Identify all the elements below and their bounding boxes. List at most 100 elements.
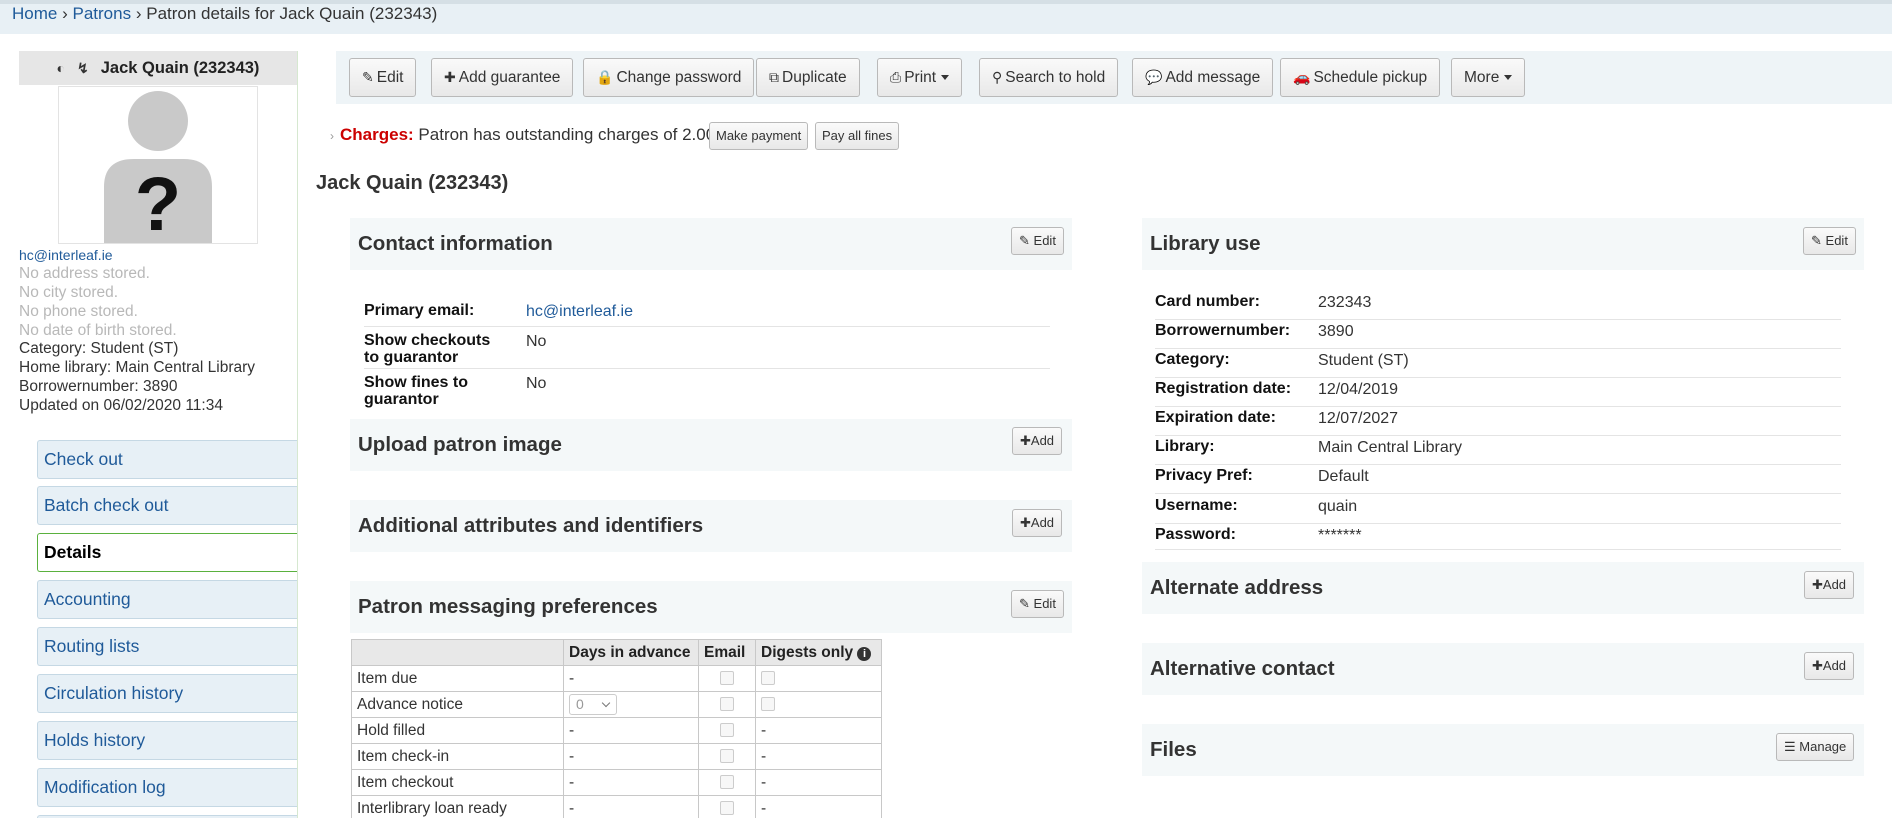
- digest-checkbox[interactable]: [761, 697, 775, 712]
- field-value: Student (ST): [1318, 352, 1409, 369]
- email-checkbox[interactable]: [720, 697, 734, 712]
- sidebar-item-circulation-history[interactable]: Circulation history: [37, 674, 297, 713]
- change-password-button[interactable]: 🔒 Change password: [583, 58, 755, 97]
- pencil-icon: ✎: [1019, 596, 1030, 611]
- field-value: 3890: [1318, 323, 1354, 340]
- sidebar-email-link[interactable]: hc@interleaf.ie: [19, 246, 113, 265]
- message-name: Item checkout: [351, 769, 564, 796]
- caret-down-icon: [1504, 75, 1513, 81]
- sidebar-item-accounting[interactable]: Accounting: [37, 580, 297, 619]
- sidebar-item-modification-log[interactable]: Modification log: [37, 768, 297, 807]
- sidebar-borrowernumber: Borrowernumber: 3890: [19, 378, 178, 395]
- primary-email-link[interactable]: hc@interleaf.ie: [526, 302, 633, 321]
- edit-label: Edit: [1033, 233, 1056, 248]
- digest-cell: [755, 691, 882, 718]
- car-icon: 🚗: [1293, 69, 1311, 85]
- days-in-advance: -: [563, 717, 699, 744]
- library-use-row: Expiration date: 12/07/2027: [1155, 409, 1841, 436]
- table-row: Hold filled - -: [351, 717, 882, 744]
- digest-value: -: [755, 717, 882, 744]
- primary-email-label: Primary email:: [364, 302, 475, 319]
- add-label: Add: [1030, 433, 1055, 448]
- email-checkbox[interactable]: [720, 749, 734, 764]
- plus-icon: ✚: [444, 69, 456, 85]
- digest-checkbox[interactable]: [761, 671, 775, 686]
- email-cell: [698, 691, 756, 718]
- add-attribute-button[interactable]: ✚Add: [1012, 509, 1063, 537]
- duplicate-button[interactable]: ⧉ Duplicate: [756, 58, 860, 97]
- breadcrumb-home[interactable]: Home: [12, 4, 57, 23]
- info-icon[interactable]: i: [857, 646, 872, 661]
- email-checkbox[interactable]: [720, 671, 734, 686]
- table-row: Interlibrary loan ready - -: [351, 795, 882, 818]
- edit-library-use-button[interactable]: ✎ Edit: [1803, 227, 1856, 255]
- table-row: Item check-in - -: [351, 743, 882, 770]
- breadcrumb-patrons[interactable]: Patrons: [73, 4, 132, 23]
- add-message-button[interactable]: 💬 Add message: [1132, 58, 1274, 97]
- sidebar-item-batch-check-out[interactable]: Batch check out: [37, 486, 297, 525]
- section-title: Patron messaging preferences: [358, 595, 658, 618]
- email-checkbox[interactable]: [720, 775, 734, 790]
- more-dropdown-button[interactable]: More: [1451, 58, 1526, 97]
- pay-all-fines-button[interactable]: Pay all fines: [815, 122, 900, 150]
- label-line: Show fines to: [364, 374, 468, 391]
- edit-label: Edit: [1825, 233, 1848, 248]
- days-in-advance: -: [563, 665, 699, 692]
- schedule-pickup-label: Schedule pickup: [1313, 69, 1428, 86]
- table-row: Item checkout - -: [351, 769, 882, 796]
- column-header: Days in advance: [563, 639, 699, 666]
- add-alternate-address-button[interactable]: ✚Add: [1804, 571, 1855, 599]
- lock-icon: 🔒: [596, 69, 614, 85]
- pencil-icon: ✎: [1811, 233, 1822, 248]
- search-to-hold-button[interactable]: ⚲ Search to hold: [979, 58, 1119, 97]
- print-dropdown-button[interactable]: ⎙ Print: [877, 58, 963, 97]
- sidebar-item-details[interactable]: Details: [37, 533, 297, 572]
- field-value: *******: [1318, 527, 1362, 544]
- library-use-section: Library use ✎ Edit: [1142, 218, 1864, 270]
- manage-files-button[interactable]: ☰ Manage: [1776, 733, 1855, 761]
- sidebar-item-holds-history[interactable]: Holds history: [37, 721, 297, 760]
- edit-contact-button[interactable]: ✎ Edit: [1011, 227, 1064, 255]
- days-in-advance: -: [563, 769, 699, 796]
- page-title: Jack Quain (232343): [316, 172, 509, 194]
- email-checkbox[interactable]: [720, 801, 734, 816]
- make-payment-button[interactable]: Make payment: [709, 122, 809, 150]
- column-header: [351, 639, 564, 666]
- field-value: Main Central Library: [1318, 439, 1463, 456]
- digests-only-label: Digests only: [761, 643, 854, 661]
- chevron-right-icon: ›: [330, 129, 334, 143]
- add-image-button[interactable]: ✚Add: [1012, 427, 1063, 455]
- message-name: Interlibrary loan ready: [351, 795, 564, 818]
- sidebar-phone: No phone stored.: [19, 303, 138, 320]
- search-icon: ⚲: [992, 69, 1003, 85]
- shield-icon: ◐: [56, 60, 66, 76]
- contact-row: Show fines to guarantor No: [364, 374, 1050, 411]
- print-icon: ⎙: [890, 69, 902, 85]
- sidebar-item-check-out[interactable]: Check out: [37, 440, 297, 479]
- table-row: Advance notice 0: [351, 691, 882, 718]
- contact-row: Primary email: hc@interleaf.ie: [364, 302, 1050, 327]
- plus-icon: ✚: [1020, 433, 1031, 448]
- library-use-row: Borrowernumber: 3890: [1155, 322, 1841, 349]
- email-checkbox[interactable]: [720, 723, 734, 738]
- library-use-row: Privacy Pref: Default: [1155, 467, 1841, 494]
- sidebar-item-routing-lists[interactable]: Routing lists: [37, 627, 297, 666]
- patron-photo-placeholder: ?: [58, 86, 258, 244]
- add-guarantee-button[interactable]: ✚ Add guarantee: [431, 58, 574, 97]
- email-cell: [698, 795, 756, 818]
- edit-messaging-button[interactable]: ✎ Edit: [1011, 590, 1064, 618]
- breadcrumb-current: Patron details for Jack Quain (232343): [146, 4, 438, 23]
- sidebar-updated: Updated on 06/02/2020 11:34: [19, 397, 223, 414]
- library-use-row: Category: Student (ST): [1155, 351, 1841, 378]
- duplicate-label: Duplicate: [782, 69, 847, 86]
- edit-label: Edit: [1033, 596, 1056, 611]
- label-line: Show checkouts: [364, 332, 491, 349]
- edit-button[interactable]: ✎ Edit: [349, 58, 417, 97]
- field-label: Library:: [1155, 438, 1215, 455]
- days-in-advance-select[interactable]: 0: [569, 694, 617, 715]
- upload-patron-image-section: Upload patron image ✚Add: [350, 419, 1072, 471]
- add-alternative-contact-button[interactable]: ✚Add: [1804, 652, 1855, 680]
- email-cell: [698, 769, 756, 796]
- patron-name: Jack Quain (232343): [100, 59, 260, 77]
- schedule-pickup-button[interactable]: 🚗 Schedule pickup: [1280, 58, 1441, 97]
